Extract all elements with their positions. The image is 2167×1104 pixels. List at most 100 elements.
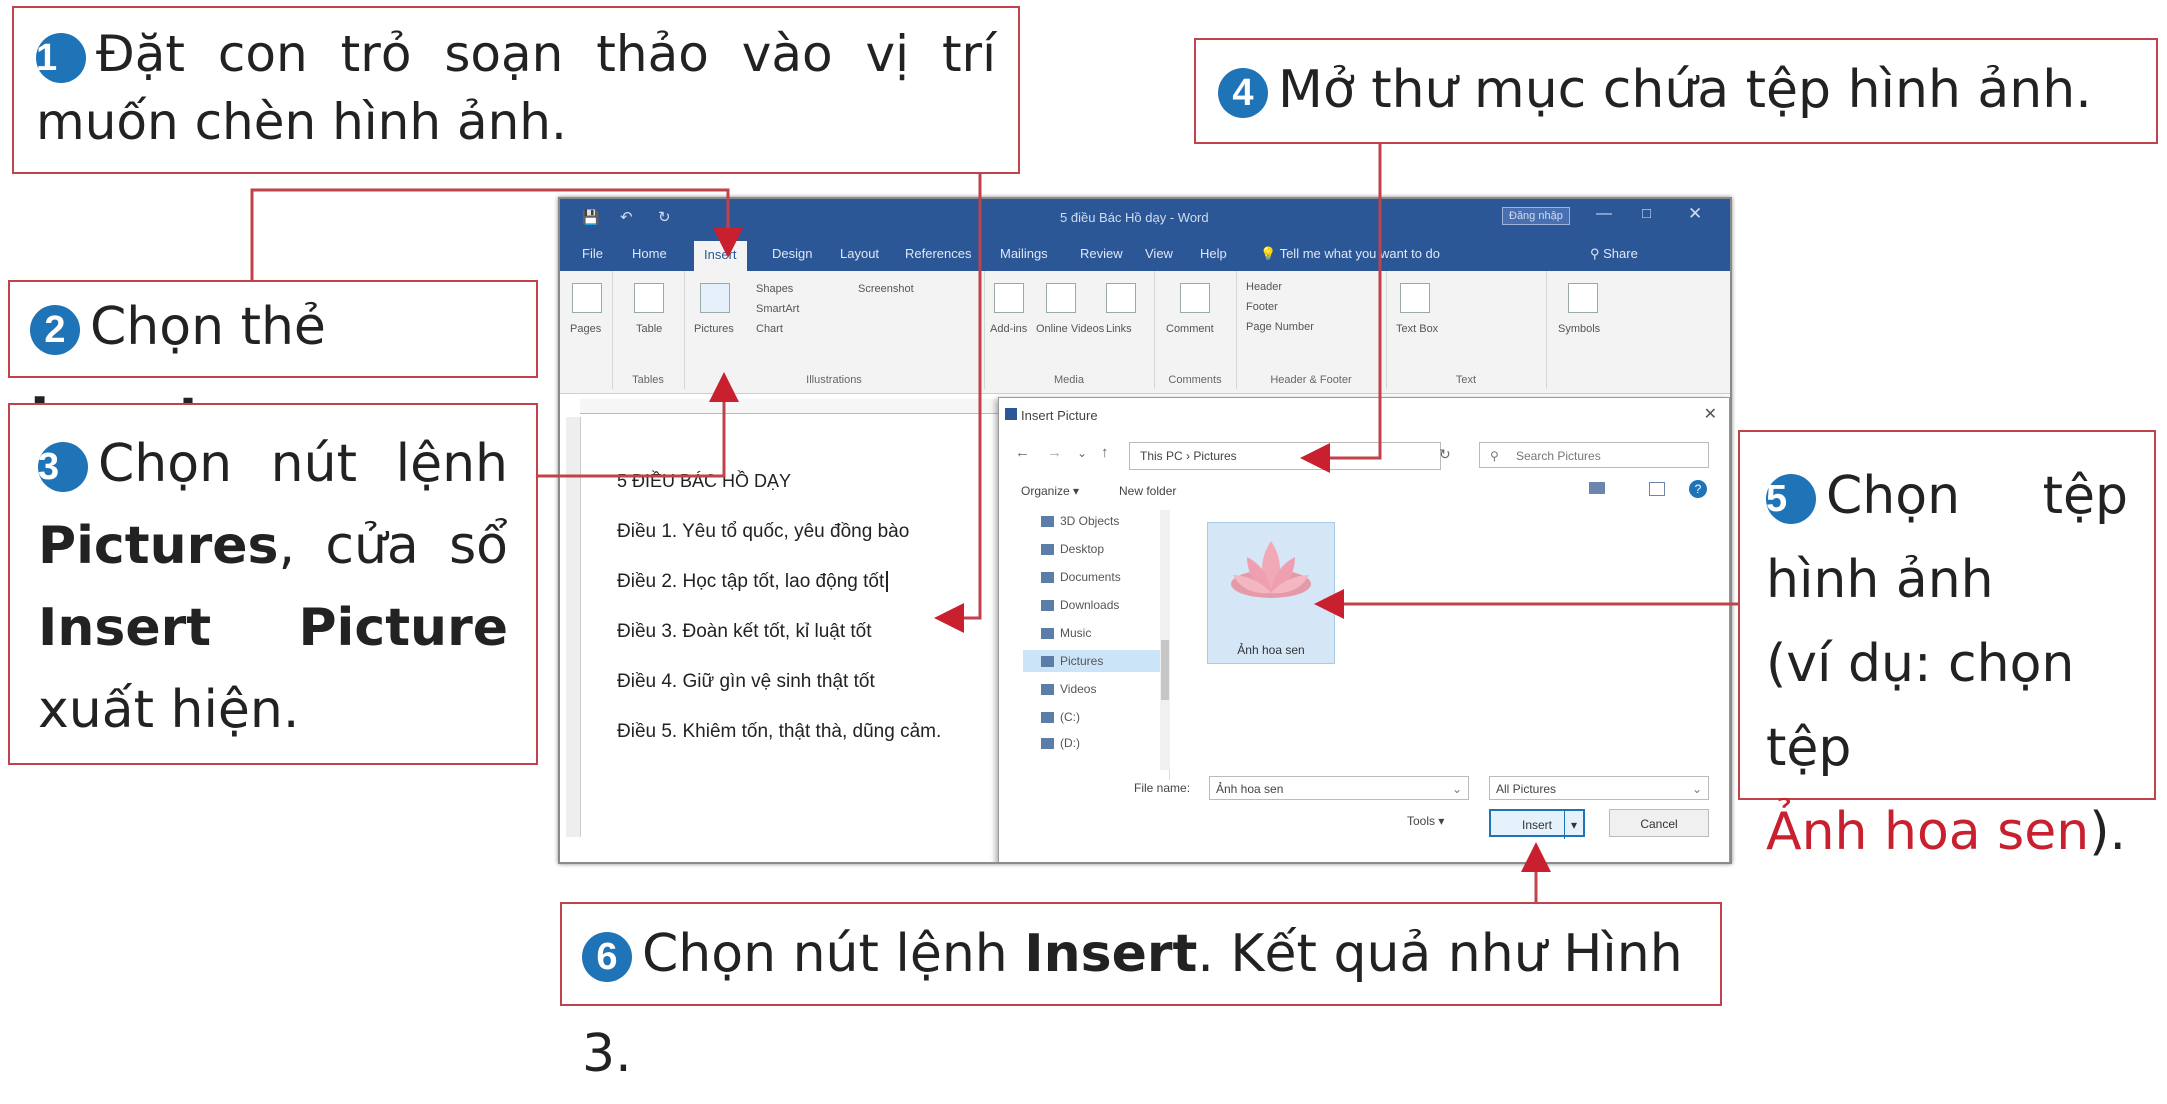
pictures-button[interactable]: Pictures: [694, 323, 734, 335]
screenshot-button[interactable]: Screenshot: [858, 283, 914, 295]
step-5-red-filename: Ảnh hoa sen: [1766, 802, 2090, 862]
tab-layout[interactable]: Layout: [840, 246, 879, 261]
symbols-icon[interactable]: [1568, 283, 1598, 313]
table-icon[interactable]: [634, 283, 664, 313]
addins-icon[interactable]: [994, 283, 1024, 313]
tab-mailings[interactable]: Mailings: [1000, 246, 1048, 261]
links-icon[interactable]: [1106, 283, 1136, 313]
pages-icon[interactable]: [572, 283, 602, 313]
step-number-badge: 1: [36, 32, 86, 83]
share-button[interactable]: ⚲ Share: [1590, 246, 1638, 262]
doc-line: Điều 2. Học tập tốt, lao động tốt​: [617, 571, 889, 593]
organize-button[interactable]: Organize ▾: [1021, 484, 1079, 498]
tab-home[interactable]: Home: [632, 246, 667, 261]
cancel-button[interactable]: Cancel: [1609, 809, 1709, 837]
ribbon-tabs: File Home Insert Design Layout Reference…: [560, 237, 1730, 271]
callout-step-2: 2Chọn thẻ Insert.: [8, 280, 538, 447]
step-3-bold-insert: Insert: [38, 598, 212, 658]
document-page[interactable]: 5 ĐIỀU BÁC HỒ DẠY Điều 1. Yêu tổ quốc, y…: [582, 417, 1022, 847]
title-bar: 💾 ↶ ↻ 5 điều Bác Hồ dạy - Word Đăng nhập…: [560, 199, 1730, 237]
tab-help[interactable]: Help: [1200, 246, 1227, 261]
filename-input[interactable]: Ảnh hoa sen ⌄: [1209, 776, 1469, 800]
navigation-pane: 3D Objects Desktop Documents Downloads M…: [1019, 510, 1170, 780]
shapes-button[interactable]: Shapes: [756, 283, 793, 295]
nav-item[interactable]: 3D Objects: [1041, 514, 1119, 528]
nav-item[interactable]: Videos: [1041, 682, 1096, 696]
scroll-thumb[interactable]: [1161, 640, 1169, 700]
search-input[interactable]: ⚲ Search Pictures: [1479, 442, 1709, 468]
nav-label: 3D Objects: [1060, 514, 1120, 528]
preview-pane-icon[interactable]: [1649, 482, 1665, 496]
callout-step-6: 6 Chọn nút lệnh Insert. Kết quả như Hình …: [560, 902, 1722, 1084]
step-5-text-line3: (ví dụ: chọn tệp: [1766, 634, 2075, 778]
save-icon[interactable]: 💾: [582, 209, 599, 226]
step-5-text-line2: hình ảnh: [1766, 550, 1994, 610]
pictures-icon[interactable]: [700, 283, 730, 313]
tab-view[interactable]: View: [1145, 246, 1173, 261]
step-1-text-line1: Đặt con trỏ soạn thảo vào vị trí: [96, 25, 996, 83]
recent-dropdown-icon[interactable]: ⌄: [1077, 446, 1087, 460]
view-options-icon[interactable]: [1589, 482, 1605, 494]
nav-item[interactable]: (C:): [1041, 710, 1080, 724]
header-footer-group-label: Header & Footer: [1270, 374, 1352, 386]
tell-me-search[interactable]: 💡 Tell me what you want to do: [1260, 246, 1440, 262]
doc-line-text: Điều 2. Học tập tốt, lao động tốt: [617, 571, 885, 592]
nav-item-selected[interactable]: Pictures: [1023, 650, 1165, 672]
tab-file[interactable]: File: [582, 246, 603, 261]
filetype-select[interactable]: All Pictures ⌄: [1489, 776, 1709, 800]
group-media: Add-ins Online Videos Links Media: [984, 271, 1155, 389]
desktop-icon: [1041, 544, 1054, 556]
step-6-text: Chọn nút lệnh: [642, 924, 1025, 984]
refresh-icon[interactable]: ↻: [1439, 446, 1451, 463]
documents-icon: [1041, 572, 1054, 584]
doc-line: Điều 1. Yêu tổ quốc, yêu đồng bào: [617, 521, 910, 542]
step-3-text-line1: Chọn nút lệnh: [98, 434, 508, 494]
tab-design[interactable]: Design: [772, 246, 812, 261]
new-folder-button[interactable]: New folder: [1119, 484, 1176, 498]
group-comments: Comment Comments: [1154, 271, 1237, 389]
maximize-icon[interactable]: □: [1642, 205, 1651, 222]
nav-scrollbar[interactable]: [1160, 510, 1170, 770]
online-videos-icon[interactable]: [1046, 283, 1076, 313]
comment-icon[interactable]: [1180, 283, 1210, 313]
up-icon[interactable]: ↑: [1101, 444, 1109, 461]
footer-button[interactable]: Footer: [1246, 301, 1278, 313]
address-bar[interactable]: This PC › Pictures: [1129, 442, 1441, 470]
back-icon[interactable]: ←: [1015, 444, 1030, 461]
minimize-icon[interactable]: —: [1596, 205, 1612, 223]
nav-item[interactable]: Documents: [1041, 570, 1121, 584]
tab-references[interactable]: References: [905, 246, 971, 261]
forward-icon[interactable]: →: [1047, 444, 1062, 461]
insert-dropdown-icon[interactable]: ▾: [1564, 811, 1583, 839]
sign-in-button[interactable]: Đăng nhập: [1502, 207, 1570, 225]
word-window: 💾 ↶ ↻ 5 điều Bác Hồ dạy - Word Đăng nhập…: [558, 197, 1732, 864]
textbox-icon[interactable]: [1400, 283, 1430, 313]
step-6-bold: Insert: [1024, 924, 1198, 984]
search-icon: ⚲: [1490, 449, 1499, 463]
ribbon-insert: Pages Table Tables Pictures Shapes Scree…: [560, 271, 1730, 394]
tab-review[interactable]: Review: [1080, 246, 1123, 261]
insert-button[interactable]: Insert ▾: [1489, 809, 1585, 839]
file-thumbnail-selected[interactable]: Ảnh hoa sen: [1207, 522, 1335, 664]
nav-item[interactable]: (D:): [1041, 736, 1080, 750]
share-label: Share: [1603, 246, 1638, 261]
tools-button[interactable]: Tools ▾: [1407, 814, 1444, 828]
chevron-down-icon: ⌄: [1691, 782, 1702, 796]
smartart-button[interactable]: SmartArt: [756, 303, 799, 315]
header-button[interactable]: Header: [1246, 281, 1282, 293]
help-icon[interactable]: ?: [1689, 480, 1707, 498]
page-number-button[interactable]: Page Number: [1246, 321, 1314, 333]
close-icon[interactable]: ✕: [1688, 204, 1702, 224]
dialog-close-icon[interactable]: ✕: [1704, 404, 1717, 424]
chart-button[interactable]: Chart: [756, 323, 783, 335]
search-placeholder: Search Pictures: [1516, 449, 1601, 463]
nav-item[interactable]: Music: [1041, 626, 1091, 640]
step-3-bold-pictures: Pictures: [38, 516, 279, 576]
redo-icon[interactable]: ↻: [658, 208, 671, 226]
nav-item[interactable]: Downloads: [1041, 598, 1119, 612]
tab-insert[interactable]: Insert: [694, 241, 747, 271]
filename-label: File name:: [1134, 781, 1191, 795]
nav-item[interactable]: Desktop: [1041, 542, 1104, 556]
tables-group-label: Tables: [632, 374, 664, 386]
undo-icon[interactable]: ↶: [620, 208, 633, 226]
